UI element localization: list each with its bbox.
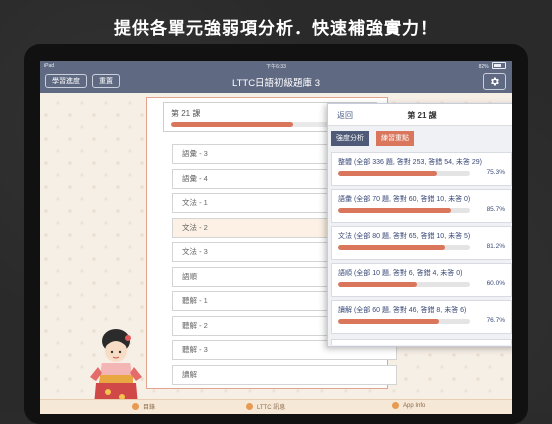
- lesson-label: 第 21 課: [171, 109, 201, 118]
- stat-summary: 語順 (全部 10 題, 答對 6, 答錯 4, 未答 0): [338, 270, 463, 277]
- tab-app-info-label: App Info: [403, 402, 426, 409]
- stat-percent: 75.3%: [486, 169, 505, 176]
- nav-bar: 學習進度 重置 LTTC日語初級題庫 3: [40, 70, 512, 93]
- stat-percent: 60.0%: [486, 280, 505, 287]
- battery-percent: 82%: [478, 63, 489, 70]
- battery-status: 82%: [478, 61, 506, 70]
- page-title: LTTC日語初級題庫 3: [232, 78, 320, 89]
- stat-card: 整體 (全部 336 題, 答對 253, 答錯 54, 未答 29) 75.3%: [331, 152, 512, 186]
- lesson-progress-track: [171, 122, 333, 127]
- stat-progress-track: [338, 282, 470, 287]
- stat-summary: 讀解 (全部 60 題, 答對 46, 答錯 8, 未答 6): [338, 307, 467, 314]
- stat-card: 語彙 (全部 70 題, 答對 60, 答錯 10, 未答 0) 85.7%: [331, 189, 512, 223]
- stat-percent: 81.2%: [486, 243, 505, 250]
- tab-strength-analysis[interactable]: 強度分析: [331, 131, 369, 146]
- tab-contents[interactable]: 目錄: [132, 402, 155, 411]
- tab-practice-focus[interactable]: 練習重點: [376, 131, 414, 146]
- section-row[interactable]: 讀解: [172, 364, 397, 385]
- stat-progress-fill: [338, 208, 452, 213]
- tab-app-info[interactable]: App Info: [392, 402, 425, 409]
- app-info-icon: [392, 402, 399, 409]
- stats-header: 返回 第 21 課: [328, 104, 512, 126]
- stat-progress-fill: [338, 282, 418, 287]
- stat-card: 文法 (全部 80 題, 答對 65, 答錯 10, 未答 5) 81.2%: [331, 226, 512, 260]
- lesson-progress-fill: [171, 122, 293, 127]
- book-icon: [132, 403, 139, 410]
- info-icon: [246, 403, 253, 410]
- gear-icon: [491, 77, 499, 86]
- status-bar: iPad 下午6:33 82%: [40, 61, 512, 70]
- tab-contents-label: 目錄: [143, 405, 156, 411]
- stat-progress-fill: [338, 171, 438, 176]
- bottom-tab-bar: 目錄 LTTC 訊息 App Info: [40, 399, 512, 414]
- status-time: 下午6:33: [266, 63, 286, 70]
- settings-button[interactable]: [483, 73, 506, 90]
- stats-popover: 返回 第 21 課 強度分析 練習重點 整體 (全部 336 題, 答對 253…: [327, 103, 512, 347]
- battery-icon: [492, 61, 506, 69]
- stats-card-partial: [331, 339, 512, 345]
- stat-summary: 語彙 (全部 70 題, 答對 60, 答錯 10, 未答 0): [338, 196, 471, 203]
- stat-progress-track: [338, 208, 470, 213]
- stat-progress-fill: [338, 245, 446, 250]
- stat-summary: 整體 (全部 336 題, 答對 253, 答錯 54, 未答 29): [338, 159, 482, 166]
- stat-progress-track: [338, 171, 470, 176]
- stat-summary: 文法 (全部 80 題, 答對 65, 答錯 10, 未答 5): [338, 233, 471, 240]
- stat-card: 讀解 (全部 60 題, 答對 46, 答錯 8, 未答 6) 76.7%: [331, 300, 512, 334]
- stat-percent: 76.7%: [486, 317, 505, 324]
- stat-percent: 85.7%: [486, 206, 505, 213]
- stat-card: 語順 (全部 10 題, 答對 6, 答錯 4, 未答 0) 60.0%: [331, 263, 512, 297]
- stat-progress-track: [338, 245, 470, 250]
- stat-progress-fill: [338, 319, 440, 324]
- app-screen: iPad 下午6:33 82% 學習進度 重置 LTTC日語初級題庫 3 第 2…: [40, 61, 512, 414]
- promo-headline: 提供各單元強弱項分析．快速補強實力！: [114, 19, 438, 39]
- stats-title: 第 21 課: [407, 111, 437, 120]
- tab-lttc-info[interactable]: LTTC 訊息: [246, 402, 285, 411]
- stat-progress-track: [338, 319, 470, 324]
- tab-lttc-info-label: LTTC 訊息: [257, 405, 286, 411]
